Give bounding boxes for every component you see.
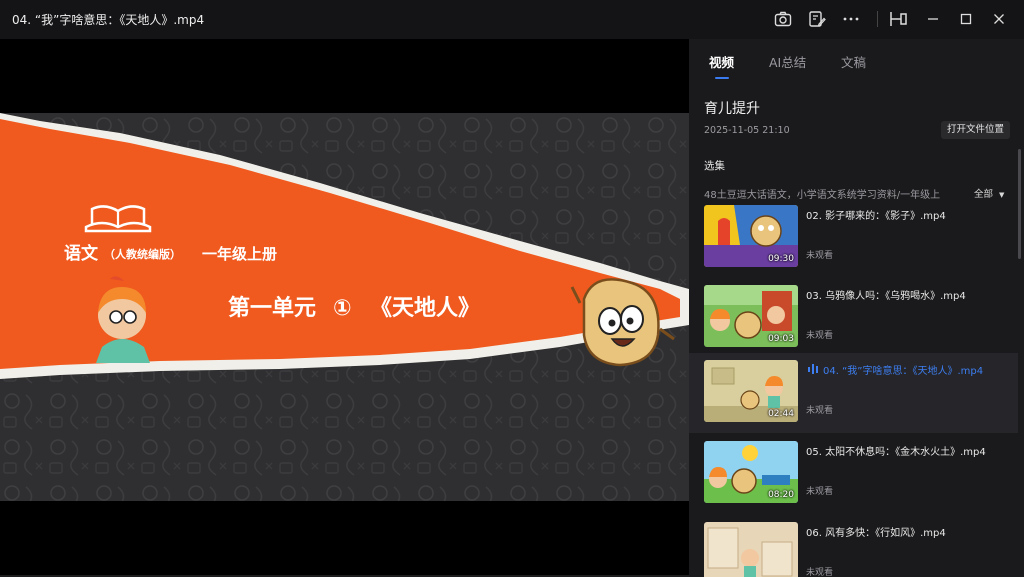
tab-video[interactable]: 视频 [709,52,734,71]
episode-watch-status: 未观看 [806,487,834,497]
active-tab-indicator [715,77,729,79]
video-grade-text: 一年级上册 [202,245,277,263]
episode-thumbnail [704,522,798,577]
minimize-icon[interactable] [922,8,944,30]
pin-on-top-icon[interactable] [888,8,910,30]
episode-watch-status: 未观看 [806,568,834,577]
video-subject-text: 语文 [64,243,99,264]
episodes-section-label: 选集 [704,160,725,172]
maximize-icon[interactable] [955,8,977,30]
episode-thumbnail: 09:03 [704,285,798,347]
video-lesson-text: 《天地人》 [370,296,480,321]
sidebar-tabs: 视频 AI总结 文稿 [689,39,1024,83]
episode-duration: 02:44 [768,409,794,419]
video-player[interactable]: 语文 （人教统编版） 一年级上册 第一单元 ① 《天地人》 [0,39,689,577]
tab-transcript[interactable]: 文稿 [841,52,866,71]
episode-title: 03. 乌鸦像人吗：《乌鸦喝水》.mp4 [806,291,966,302]
title-bar: 04. “我”字啥意思：《天地人》.mp4 [0,0,1024,39]
episode-item-playing[interactable]: 02:44 04. “我”字啥意思：《天地人》.mp4 未观看 [689,353,1018,433]
open-folder-button[interactable]: 打开文件位置 [941,121,1011,139]
episode-watch-status: 未观看 [806,331,834,341]
tab-ai-summary[interactable]: AI总结 [769,52,806,71]
video-info-time: 2025-11-05 21:10 [704,125,790,136]
episode-title: 02. 影子哪来的：《影子》.mp4 [806,211,946,222]
episode-item[interactable]: 09:03 03. 乌鸦像人吗：《乌鸦喝水》.mp4 未观看 [689,278,1018,358]
sidebar-scrollbar[interactable] [1018,149,1021,259]
sidebar-panel: 视频 AI总结 文稿 育儿提升 2025-11-05 21:10 打开文件位置 … [689,39,1024,577]
video-unit-number: ① [333,296,352,321]
episode-duration: 09:30 [768,254,794,264]
episode-watch-status: 未观看 [806,406,834,416]
screenshot-camera-icon[interactable] [772,8,794,30]
close-icon[interactable] [988,8,1010,30]
note-edit-icon[interactable] [806,8,828,30]
video-info-title: 育儿提升 [704,101,760,117]
video-edition-text: （人教统编版） [104,247,181,261]
episode-item[interactable]: 06. 风有多快：《行如风》.mp4 未观看 [689,515,1018,577]
episode-thumbnail: 09:30 [704,205,798,267]
episode-thumbnail: 02:44 [704,360,798,422]
episode-item[interactable]: 09:30 02. 影子哪来的：《影子》.mp4 未观看 [689,198,1018,278]
episode-title: 04. “我”字啥意思：《天地人》.mp4 [823,366,984,377]
now-playing-icon [808,364,818,374]
episode-duration: 08:20 [768,490,794,500]
window-title: 04. “我”字啥意思：《天地人》.mp4 [12,13,205,27]
more-options-icon[interactable] [840,8,862,30]
title-separator [877,11,878,27]
video-frame[interactable]: 语文 （人教统编版） 一年级上册 第一单元 ① 《天地人》 [0,113,689,501]
episode-duration: 09:03 [768,334,794,344]
episode-title: 05. 太阳不休息吗：《金木水火土》.mp4 [806,447,986,458]
episode-item[interactable]: 08:20 05. 太阳不休息吗：《金木水火土》.mp4 未观看 [689,434,1018,514]
episode-thumbnail: 08:20 [704,441,798,503]
episode-watch-status: 未观看 [806,251,834,261]
video-unit-text: 第一单元 [228,295,316,321]
episode-title: 06. 风有多快：《行如风》.mp4 [806,528,946,539]
